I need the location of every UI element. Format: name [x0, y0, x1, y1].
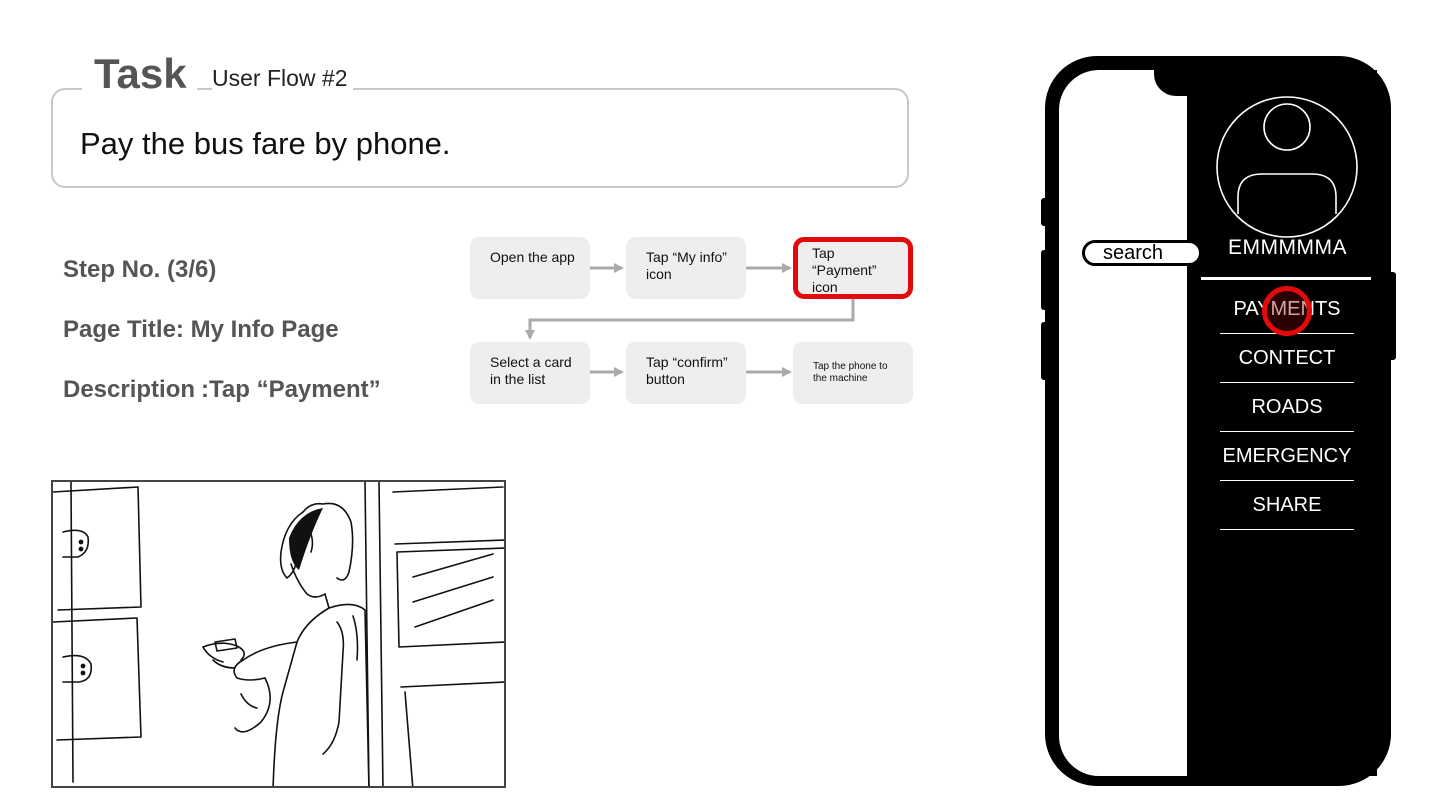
description-value: :Tap “Payment”: [201, 376, 381, 403]
task-text: Pay the bus fare by phone.: [80, 126, 451, 161]
sketch-drawing: [53, 482, 504, 786]
user-name-divider: [1201, 277, 1371, 280]
phone-side-button-3: [1041, 322, 1049, 380]
task-subtitle: User Flow #2: [212, 63, 354, 93]
phone-notch: [1154, 56, 1274, 96]
flow-step-3-current: Tap “Payment” icon: [793, 237, 913, 299]
page-title: Page Title: My Info Page: [63, 316, 339, 343]
flow-step-2: Tap “My info” icon: [626, 237, 746, 299]
step-number: Step No. (3/6): [63, 256, 217, 283]
flow-step-1: Open the app: [470, 237, 590, 299]
phone-side-button-2: [1041, 250, 1049, 310]
phone-power-button: [1388, 272, 1396, 360]
flow-step-6: Tap the phone to the machine: [793, 342, 913, 404]
flow-step-5: Tap “confirm” button: [626, 342, 746, 404]
menu-item-roads[interactable]: ROADS: [1220, 384, 1354, 432]
description-label: Description: [63, 376, 196, 403]
search-input[interactable]: search: [1082, 240, 1202, 266]
tap-highlight-circle: [1262, 286, 1312, 336]
phone-side-button-1: [1041, 198, 1049, 226]
menu-item-contect[interactable]: CONTECT: [1220, 335, 1354, 383]
user-avatar-icon[interactable]: [1214, 94, 1360, 240]
user-name: EMMMMMA: [1228, 236, 1347, 259]
menu-item-emergency[interactable]: EMERGENCY: [1220, 433, 1354, 481]
storyboard-sketch: [51, 480, 506, 788]
flow-arrow-3: [525, 298, 855, 340]
task-title: Task: [82, 50, 197, 98]
flow-step-4: Select a card in the list: [470, 342, 590, 404]
menu-item-share[interactable]: SHARE: [1220, 482, 1354, 530]
step-description: Description:Tap “Payment”: [63, 375, 381, 405]
